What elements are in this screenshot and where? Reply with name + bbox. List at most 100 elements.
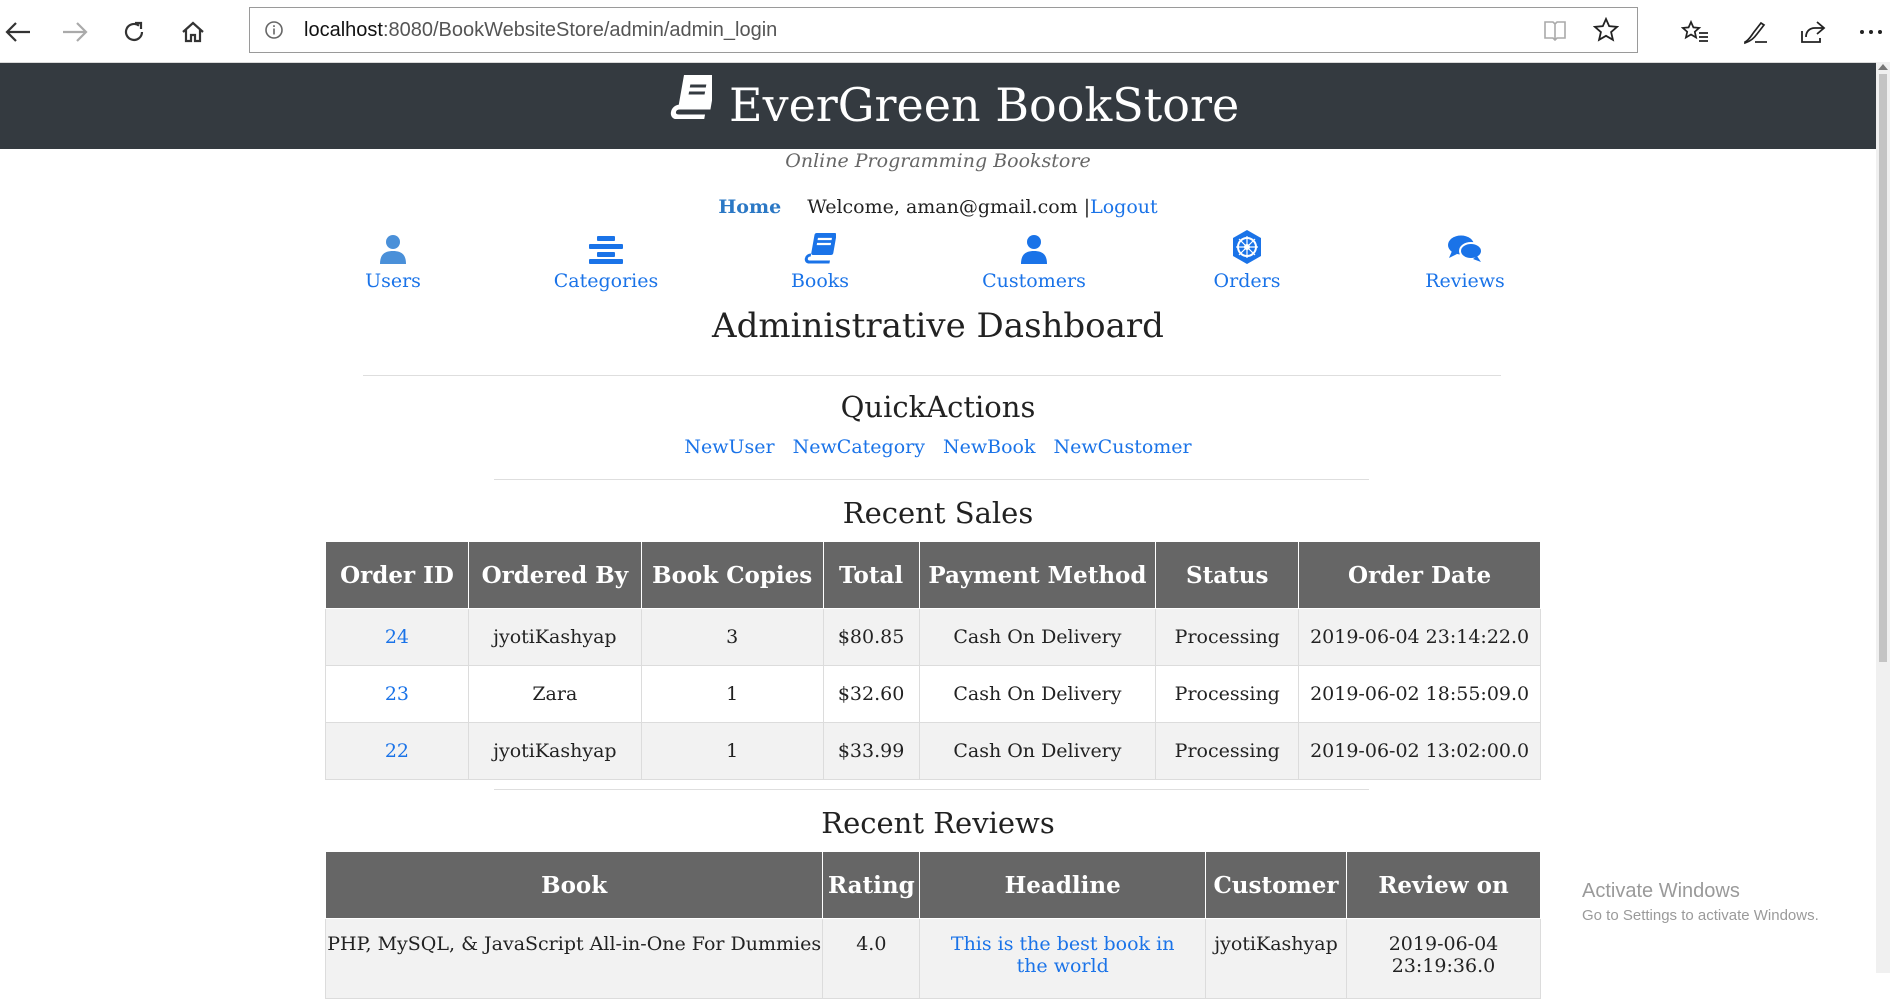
column-header: Rating xyxy=(822,851,921,919)
menu-reviews[interactable]: Reviews xyxy=(1375,228,1555,292)
share-icon xyxy=(1801,21,1826,43)
column-header: Headline xyxy=(919,851,1207,919)
column-header: Ordered By xyxy=(467,541,642,609)
page-title: Administrative Dashboard xyxy=(712,306,1164,346)
page-scrollbar[interactable] xyxy=(1876,62,1890,973)
column-header: Review on xyxy=(1345,851,1542,919)
menu-categories[interactable]: Categories xyxy=(516,228,696,292)
column-header: Order ID xyxy=(325,541,469,609)
menu-reviews-label: Reviews xyxy=(1425,270,1505,292)
column-header: Payment Method xyxy=(918,541,1157,609)
site-tagline: Online Programming Bookstore xyxy=(785,150,1091,172)
table-row: 23 Zara 1 $32.60 Cash On Delivery Proces… xyxy=(325,665,1541,723)
user-icon xyxy=(303,228,483,264)
address-bar[interactable]: localhost:8080/BookWebsiteStore/admin/ad… xyxy=(249,7,1638,53)
welcome-text: Welcome, aman@gmail.com | xyxy=(807,196,1091,218)
recent-reviews-table: Book Rating Headline Customer Review on … xyxy=(324,851,1542,999)
favorite-star-icon[interactable] xyxy=(1592,16,1620,47)
table-header-row: Order ID Ordered By Book Copies Total Pa… xyxy=(325,541,1541,609)
menu-customers[interactable]: Customers xyxy=(944,228,1124,292)
order-id-link[interactable]: 23 xyxy=(385,683,409,705)
table-row: 24 jyotiKashyap 3 $80.85 Cash On Deliver… xyxy=(325,608,1541,666)
column-header: Customer xyxy=(1205,851,1347,919)
table-row: PHP, MySQL, & JavaScript All-in-One For … xyxy=(324,918,1542,999)
customer-cell: jyotiKashyap xyxy=(1205,918,1347,999)
pen-icon xyxy=(1744,21,1767,45)
refresh-icon xyxy=(124,21,144,41)
logout-link[interactable]: Logout xyxy=(1090,196,1158,218)
rating-cell: 4.0 xyxy=(822,918,921,999)
forward-button[interactable] xyxy=(57,14,93,50)
headline-link[interactable]: This is the best book in the world xyxy=(951,933,1175,977)
more-dots-icon xyxy=(1860,30,1882,34)
quick-actions-links: NewUser NewCategory NewBook NewCustomer xyxy=(0,436,1876,458)
menu-books[interactable]: Books xyxy=(730,228,910,292)
reading-view-icon[interactable] xyxy=(1543,19,1567,45)
review-date-cell: 2019-06-04 23:19:36.0 xyxy=(1345,918,1542,999)
menu-orders[interactable]: Orders xyxy=(1157,228,1337,292)
site-header: EverGreen BookStore xyxy=(0,63,1876,149)
menu-customers-label: Customers xyxy=(982,270,1086,292)
new-customer-link[interactable]: NewCustomer xyxy=(1054,436,1192,458)
table-row: 22 jyotiKashyap 1 $33.99 Cash On Deliver… xyxy=(325,722,1541,780)
order-id-link[interactable]: 24 xyxy=(385,626,409,648)
payment-method-cell: Cash On Delivery xyxy=(918,722,1157,780)
status-cell: Processing xyxy=(1155,608,1300,666)
new-category-link[interactable]: NewCategory xyxy=(793,436,925,458)
payment-method-cell: Cash On Delivery xyxy=(918,608,1157,666)
activate-windows-watermark: Activate Windows Go to Settings to activ… xyxy=(1582,880,1819,924)
total-cell: $80.85 xyxy=(822,608,920,666)
total-cell: $33.99 xyxy=(822,722,920,780)
column-header: Book xyxy=(324,851,824,919)
book-logo-icon xyxy=(666,74,717,123)
customer-icon xyxy=(944,228,1124,264)
home-link[interactable]: Home xyxy=(718,196,781,218)
total-cell: $32.60 xyxy=(822,665,920,723)
recent-sales-title: Recent Sales xyxy=(842,496,1034,530)
order-date-cell: 2019-06-02 13:02:00.0 xyxy=(1298,722,1541,780)
watermark-subtitle: Go to Settings to activate Windows. xyxy=(1582,907,1819,924)
more-button[interactable] xyxy=(1853,14,1889,50)
column-header: Status xyxy=(1155,541,1300,609)
book-cell: PHP, MySQL, & JavaScript All-in-One For … xyxy=(324,918,824,999)
favorites-hub-button[interactable] xyxy=(1677,14,1713,50)
menu-users[interactable]: Users xyxy=(303,228,483,292)
notes-button[interactable] xyxy=(1737,14,1773,50)
new-user-link[interactable]: NewUser xyxy=(684,436,774,458)
order-date-cell: 2019-06-02 18:55:09.0 xyxy=(1298,665,1541,723)
table-header-row: Book Rating Headline Customer Review on xyxy=(324,851,1542,919)
refresh-button[interactable] xyxy=(116,14,152,50)
divider xyxy=(494,789,1369,790)
browser-toolbar: localhost:8080/BookWebsiteStore/admin/ad… xyxy=(0,0,1890,63)
recent-sales-table: Order ID Ordered By Book Copies Total Pa… xyxy=(325,541,1541,780)
book-copies-cell: 1 xyxy=(640,722,824,780)
scroll-up-arrow-icon[interactable] xyxy=(1878,64,1888,70)
ordered-by-cell: jyotiKashyap xyxy=(467,608,642,666)
divider xyxy=(363,375,1501,376)
payment-method-cell: Cash On Delivery xyxy=(918,665,1157,723)
home-button[interactable] xyxy=(175,14,211,50)
back-button[interactable] xyxy=(0,14,36,50)
favorites-list-icon xyxy=(1681,19,1708,42)
ordered-by-cell: Zara xyxy=(467,665,642,723)
menu-books-label: Books xyxy=(790,270,850,292)
share-button[interactable] xyxy=(1795,14,1831,50)
column-header: Order Date xyxy=(1298,541,1541,609)
book-copies-cell: 3 xyxy=(640,608,824,666)
orders-icon xyxy=(1157,228,1337,264)
quick-actions-title: QuickActions xyxy=(840,390,1036,424)
stack-icon xyxy=(516,228,696,264)
status-cell: Processing xyxy=(1155,665,1300,723)
home-icon xyxy=(182,21,204,43)
divider xyxy=(494,479,1369,480)
back-arrow-icon xyxy=(5,22,30,42)
order-id-link[interactable]: 22 xyxy=(385,740,409,762)
url-text[interactable]: localhost:8080/BookWebsiteStore/admin/ad… xyxy=(304,8,777,52)
scrollbar-thumb[interactable] xyxy=(1879,74,1887,662)
new-book-link[interactable]: NewBook xyxy=(943,436,1036,458)
book-copies-cell: 1 xyxy=(640,665,824,723)
status-cell: Processing xyxy=(1155,722,1300,780)
column-header: Book Copies xyxy=(640,541,824,609)
site-brand[interactable]: EverGreen BookStore xyxy=(729,77,1239,133)
info-icon[interactable] xyxy=(264,20,284,44)
